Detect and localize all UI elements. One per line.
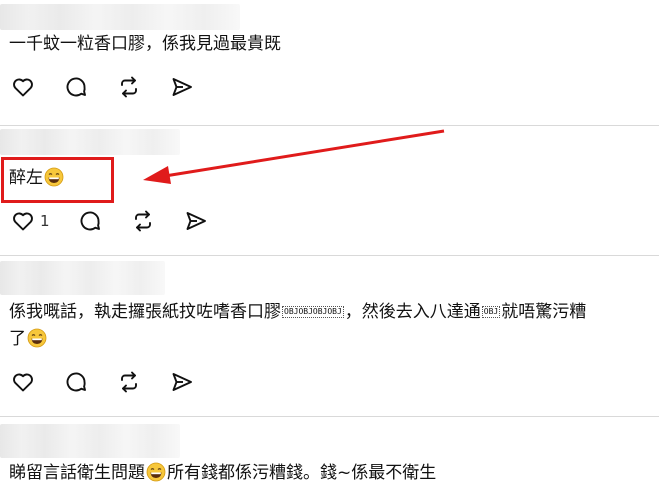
- annotation-highlight-box: [1, 157, 114, 203]
- post-text-line-2: 了: [9, 327, 48, 352]
- divider: [0, 255, 659, 256]
- post-text: 係我嘅話，執走攞張紙抆咗嗜香口膠 OBJOBJOBJOBJ ，然後去入八達通 OBJ 就…: [9, 300, 586, 325]
- repost-icon: [131, 209, 155, 233]
- repost-button[interactable]: [131, 209, 155, 233]
- post-text-part: 就唔驚污糟: [501, 302, 587, 322]
- post-text-part: 係我嘅話，執走攞張紙抆咗嗜香口膠: [9, 302, 281, 322]
- object-placeholder: OBJ: [481, 306, 501, 318]
- share-icon: [170, 75, 194, 99]
- comment-button[interactable]: [64, 370, 88, 394]
- author-name-blurred: [0, 424, 180, 458]
- author-name-blurred: [0, 129, 180, 155]
- like-button[interactable]: [11, 75, 35, 99]
- grinning-sweat-emoji-icon: [146, 462, 166, 482]
- author-name-blurred: [0, 4, 240, 30]
- post-text-part: ，然後去入八達通: [344, 302, 481, 322]
- post-actions: [11, 370, 223, 394]
- repost-button[interactable]: [117, 370, 141, 394]
- divider: [0, 416, 659, 417]
- like-count: 1: [40, 212, 50, 230]
- repost-icon: [117, 75, 141, 99]
- author-name-blurred: [0, 261, 165, 295]
- grinning-sweat-emoji-icon: [27, 328, 47, 348]
- divider: [0, 125, 659, 126]
- like-button[interactable]: [11, 370, 35, 394]
- share-button[interactable]: [170, 75, 194, 99]
- post-text-part: 所有錢都係污糟錢。錢~係最不衛生: [167, 463, 437, 483]
- share-icon: [170, 370, 194, 394]
- post-text: 一千蚊一粒香口膠，係我見過最貴既: [9, 34, 281, 54]
- like-button[interactable]: 1: [11, 209, 50, 233]
- heart-icon: [11, 370, 35, 394]
- share-button[interactable]: [184, 209, 208, 233]
- post-text: 睇留言話衛生問題 所有錢都係污糟錢。錢~係最不衛生: [9, 461, 436, 486]
- post-text-part: 了: [9, 329, 26, 349]
- share-icon: [184, 209, 208, 233]
- post-actions: 1: [11, 209, 237, 233]
- comment-icon: [78, 209, 102, 233]
- post-text-part: 睇留言話衛生問題: [9, 463, 145, 483]
- repost-icon: [117, 370, 141, 394]
- share-button[interactable]: [170, 370, 194, 394]
- object-placeholder: OBJOBJOBJOBJ: [282, 306, 344, 318]
- heart-icon: [11, 209, 35, 233]
- comment-button[interactable]: [64, 75, 88, 99]
- post-actions: [11, 75, 223, 99]
- repost-button[interactable]: [117, 75, 141, 99]
- heart-icon: [11, 75, 35, 99]
- comment-icon: [64, 370, 88, 394]
- comment-icon: [64, 75, 88, 99]
- comment-button[interactable]: [78, 209, 102, 233]
